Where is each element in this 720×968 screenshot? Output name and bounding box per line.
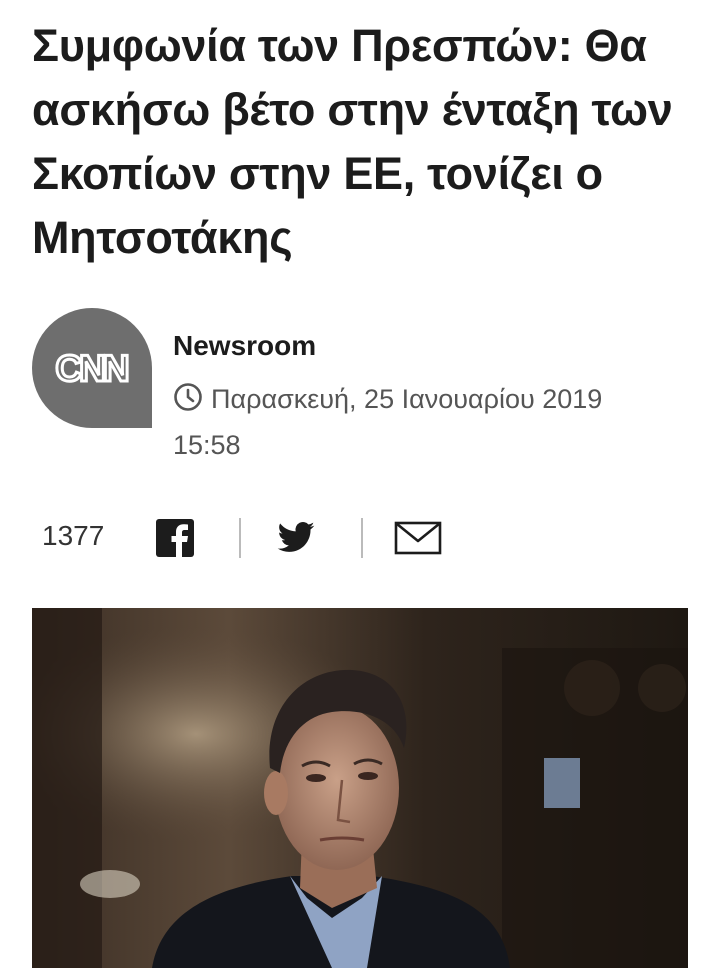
share-divider xyxy=(239,518,241,558)
twitter-icon xyxy=(277,522,315,552)
hero-photo xyxy=(32,608,688,968)
share-count: 1377 xyxy=(42,520,105,551)
byline: CNN Newsroom Παρασκευή, 25 Ιανουαρίου 20… xyxy=(32,308,692,468)
cnn-logo-text: CNN xyxy=(55,348,127,389)
share-bar: 1377 xyxy=(32,512,472,564)
publish-date: Παρασκευή, 25 Ιανουαρίου 2019 15:58 xyxy=(173,376,673,468)
hero-image[interactable] xyxy=(32,608,688,968)
mail-icon xyxy=(394,521,442,555)
twitter-share-button[interactable] xyxy=(274,518,318,558)
article-headline: Συμφωνία των Πρεσπών: Θα ασκήσω βέτο στη… xyxy=(32,20,673,263)
cnn-logo[interactable]: CNN xyxy=(32,308,152,428)
facebook-icon xyxy=(156,519,194,557)
facebook-share-button[interactable] xyxy=(152,518,196,558)
email-share-button[interactable] xyxy=(394,518,442,558)
author-name[interactable]: Newsroom xyxy=(173,330,316,362)
clock-icon xyxy=(173,380,203,411)
time-text: 15:58 xyxy=(173,430,241,460)
date-text: Παρασκευή, 25 Ιανουαρίου 2019 xyxy=(211,384,603,414)
share-divider xyxy=(361,518,363,558)
